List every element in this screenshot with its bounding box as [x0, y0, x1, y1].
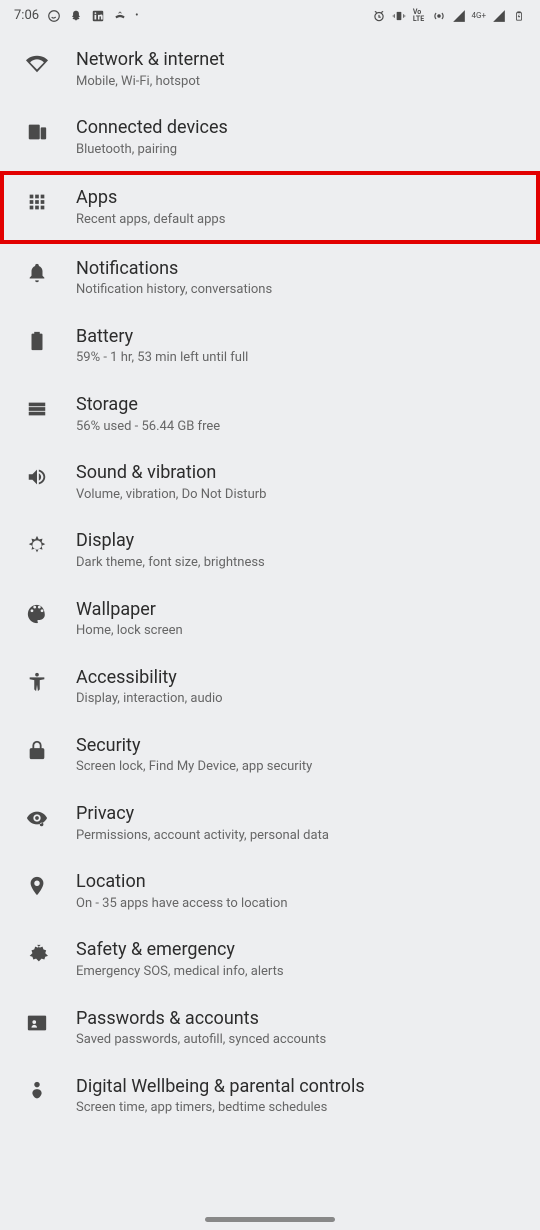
location-icon: [24, 873, 50, 899]
setting-title: Digital Wellbeing & parental controls: [76, 1076, 530, 1098]
setting-subtitle: Screen lock, Find My Device, app securit…: [76, 759, 530, 775]
status-bar: 7:06 • VoLTE 4G+: [0, 0, 540, 27]
security-icon: [24, 737, 50, 763]
setting-text: Connected devices Bluetooth, pairing: [76, 117, 530, 157]
setting-subtitle: Mobile, Wi-Fi, hotspot: [76, 74, 530, 90]
settings-list[interactable]: Network & internet Mobile, Wi-Fi, hotspo…: [0, 27, 540, 1130]
status-time: 7:06: [14, 8, 39, 23]
setting-item-display[interactable]: Display Dark theme, font size, brightnes…: [0, 516, 540, 584]
setting-text: Passwords & accounts Saved passwords, au…: [76, 1008, 530, 1048]
setting-subtitle: Saved passwords, autofill, synced accoun…: [76, 1032, 530, 1048]
setting-subtitle: Volume, vibration, Do Not Disturb: [76, 487, 530, 503]
setting-text: Wallpaper Home, lock screen: [76, 599, 530, 639]
signal-icon-1: [452, 9, 466, 23]
linkedin-icon: [91, 9, 105, 23]
setting-item-privacy[interactable]: Privacy Permissions, account activity, p…: [0, 789, 540, 857]
volte-icon: VoLTE: [412, 9, 426, 23]
setting-title: Network & internet: [76, 49, 530, 71]
setting-text: Privacy Permissions, account activity, p…: [76, 803, 530, 843]
setting-item-network-internet[interactable]: Network & internet Mobile, Wi-Fi, hotspo…: [0, 35, 540, 103]
vibrate-icon: [392, 9, 406, 23]
wallpaper-icon: [24, 601, 50, 627]
nav-handle[interactable]: [205, 1217, 335, 1222]
accounts-icon: [24, 1010, 50, 1036]
notifications-icon: [24, 260, 50, 286]
wellbeing-icon: [24, 1078, 50, 1104]
setting-item-storage[interactable]: Storage 56% used - 56.44 GB free: [0, 380, 540, 448]
status-right: VoLTE 4G+: [372, 9, 526, 23]
privacy-icon: [24, 805, 50, 831]
storage-icon: [24, 396, 50, 422]
hotspot-icon: [432, 9, 446, 23]
setting-item-wallpaper[interactable]: Wallpaper Home, lock screen: [0, 585, 540, 653]
setting-text: Location On - 35 apps have access to loc…: [76, 871, 530, 911]
setting-text: Storage 56% used - 56.44 GB free: [76, 394, 530, 434]
setting-subtitle: Permissions, account activity, personal …: [76, 828, 530, 844]
snapchat-icon: [69, 9, 83, 23]
setting-title: Connected devices: [76, 117, 530, 139]
setting-item-apps[interactable]: Apps Recent apps, default apps: [0, 171, 540, 243]
battery-icon: [24, 328, 50, 354]
whatsapp-icon: [47, 9, 61, 23]
setting-subtitle: Home, lock screen: [76, 623, 530, 639]
setting-text: Display Dark theme, font size, brightnes…: [76, 530, 530, 570]
setting-text: Safety & emergency Emergency SOS, medica…: [76, 939, 530, 979]
network-type: 4G+: [472, 11, 486, 20]
sound-icon: [24, 464, 50, 490]
setting-item-notifications[interactable]: Notifications Notification history, conv…: [0, 244, 540, 312]
setting-title: Safety & emergency: [76, 939, 530, 961]
setting-title: Notifications: [76, 258, 530, 280]
setting-text: Sound & vibration Volume, vibration, Do …: [76, 462, 530, 502]
setting-text: Accessibility Display, interaction, audi…: [76, 667, 530, 707]
wifi-icon: [24, 51, 50, 77]
safety-icon: [24, 941, 50, 967]
setting-text: Apps Recent apps, default apps: [76, 187, 530, 227]
battery-status-icon: [512, 9, 526, 23]
setting-item-security[interactable]: Security Screen lock, Find My Device, ap…: [0, 721, 540, 789]
setting-title: Display: [76, 530, 530, 552]
setting-item-safety-emergency[interactable]: Safety & emergency Emergency SOS, medica…: [0, 925, 540, 993]
signal-icon-2: [492, 9, 506, 23]
setting-title: Location: [76, 871, 530, 893]
setting-item-connected-devices[interactable]: Connected devices Bluetooth, pairing: [0, 103, 540, 171]
devices-icon: [24, 119, 50, 145]
setting-title: Accessibility: [76, 667, 530, 689]
status-left: 7:06 •: [14, 8, 138, 23]
setting-subtitle: On - 35 apps have access to location: [76, 896, 530, 912]
setting-subtitle: Notification history, conversations: [76, 282, 530, 298]
setting-title: Security: [76, 735, 530, 757]
setting-title: Privacy: [76, 803, 530, 825]
setting-text: Security Screen lock, Find My Device, ap…: [76, 735, 530, 775]
setting-text: Network & internet Mobile, Wi-Fi, hotspo…: [76, 49, 530, 89]
setting-item-sound-vibration[interactable]: Sound & vibration Volume, vibration, Do …: [0, 448, 540, 516]
setting-item-accessibility[interactable]: Accessibility Display, interaction, audi…: [0, 653, 540, 721]
setting-subtitle: Recent apps, default apps: [76, 212, 530, 228]
setting-subtitle: Display, interaction, audio: [76, 691, 530, 707]
setting-subtitle: Screen time, app timers, bedtime schedul…: [76, 1100, 530, 1116]
setting-subtitle: 56% used - 56.44 GB free: [76, 419, 530, 435]
setting-title: Battery: [76, 326, 530, 348]
status-dot: •: [135, 10, 138, 21]
alarm-icon: [372, 9, 386, 23]
setting-title: Wallpaper: [76, 599, 530, 621]
setting-title: Storage: [76, 394, 530, 416]
setting-title: Sound & vibration: [76, 462, 530, 484]
setting-item-digital-wellbeing[interactable]: Digital Wellbeing & parental controls Sc…: [0, 1062, 540, 1130]
setting-item-passwords-accounts[interactable]: Passwords & accounts Saved passwords, au…: [0, 994, 540, 1062]
setting-title: Apps: [76, 187, 530, 209]
missed-call-icon: [113, 9, 127, 23]
apps-icon: [24, 189, 50, 215]
setting-text: Digital Wellbeing & parental controls Sc…: [76, 1076, 530, 1116]
accessibility-icon: [24, 669, 50, 695]
setting-text: Battery 59% - 1 hr, 53 min left until fu…: [76, 326, 530, 366]
setting-title: Passwords & accounts: [76, 1008, 530, 1030]
setting-item-location[interactable]: Location On - 35 apps have access to loc…: [0, 857, 540, 925]
setting-subtitle: Bluetooth, pairing: [76, 142, 530, 158]
setting-subtitle: 59% - 1 hr, 53 min left until full: [76, 350, 530, 366]
setting-text: Notifications Notification history, conv…: [76, 258, 530, 298]
display-icon: [24, 532, 50, 558]
setting-subtitle: Emergency SOS, medical info, alerts: [76, 964, 530, 980]
setting-item-battery[interactable]: Battery 59% - 1 hr, 53 min left until fu…: [0, 312, 540, 380]
setting-subtitle: Dark theme, font size, brightness: [76, 555, 530, 571]
